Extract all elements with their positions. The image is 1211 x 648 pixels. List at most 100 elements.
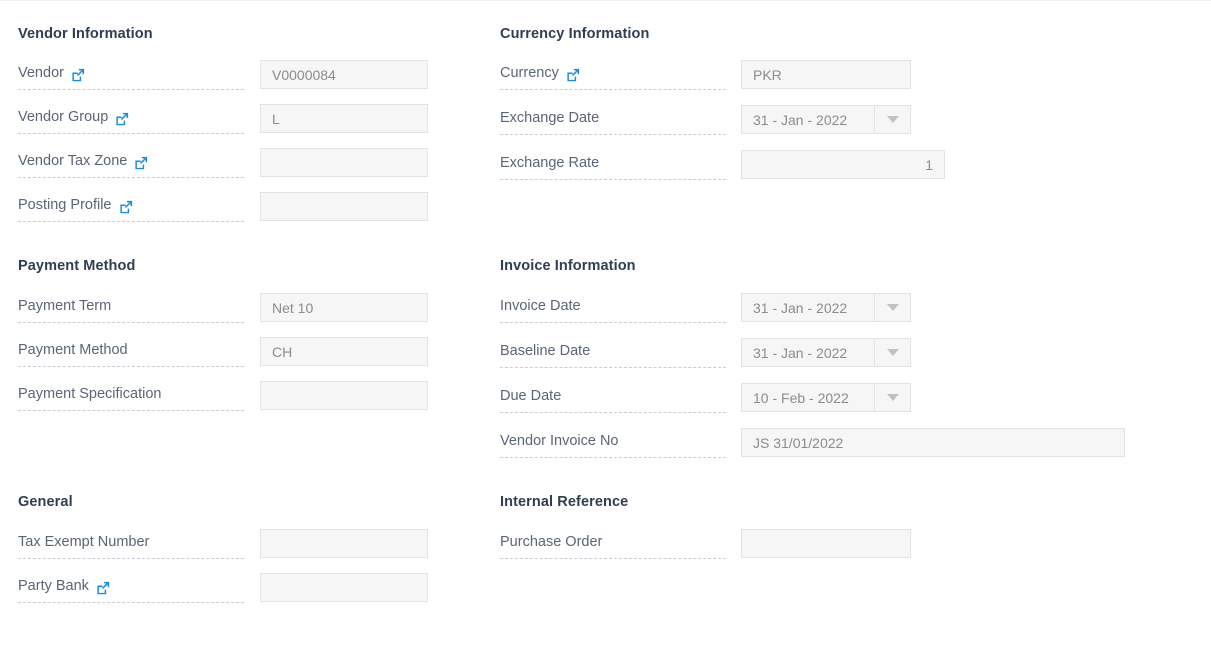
input-due-date[interactable]: 10 - Feb - 2022 xyxy=(741,383,911,412)
external-link-icon[interactable] xyxy=(566,68,580,82)
label-text-baseline-date: Baseline Date xyxy=(500,343,591,360)
label-text-vendor-group: Vendor Group xyxy=(18,109,109,126)
calendar-dropdown-button-invoice-date[interactable] xyxy=(874,294,910,321)
field-label-payment-term: Payment Term xyxy=(18,293,244,323)
label-text-vendor-invoice-no: Vendor Invoice No xyxy=(500,433,619,450)
field-label-exchange-rate: Exchange Rate xyxy=(500,150,726,180)
field-row-due-date: Due Date 10 - Feb - 2022 xyxy=(500,383,911,427)
input-purchase-order[interactable] xyxy=(741,529,911,558)
calendar-dropdown-button-due-date[interactable] xyxy=(874,384,910,411)
input-value-vendor: V0000084 xyxy=(272,66,336,83)
input-payment-term[interactable]: Net 10 xyxy=(260,293,428,322)
section-title-vendor-information: Vendor Information xyxy=(18,26,153,42)
field-row-vendor-tax-zone: Vendor Tax Zone xyxy=(18,148,428,192)
external-link-icon[interactable] xyxy=(71,68,85,82)
chevron-down-icon xyxy=(886,116,899,123)
label-text-invoice-date: Invoice Date xyxy=(500,298,581,315)
input-baseline-date[interactable]: 31 - Jan - 2022 xyxy=(741,338,911,367)
label-text-exchange-date: Exchange Date xyxy=(500,110,600,127)
input-value-payment-term: Net 10 xyxy=(272,299,314,316)
chevron-down-icon xyxy=(886,349,899,356)
field-row-posting-profile: Posting Profile xyxy=(18,192,428,236)
input-value-invoice-date: 31 - Jan - 2022 xyxy=(753,299,848,316)
section-title-invoice-information: Invoice Information xyxy=(500,258,636,274)
field-row-payment-term: Payment Term Net 10 xyxy=(18,293,428,337)
field-label-vendor-invoice-no: Vendor Invoice No xyxy=(500,428,726,458)
field-label-invoice-date: Invoice Date xyxy=(500,293,726,323)
field-row-invoice-date: Invoice Date 31 - Jan - 2022 xyxy=(500,293,911,337)
label-text-payment-specification: Payment Specification xyxy=(18,386,162,403)
field-label-exchange-date: Exchange Date xyxy=(500,105,726,135)
label-text-purchase-order: Purchase Order xyxy=(500,534,603,551)
chevron-down-icon xyxy=(886,304,899,311)
field-label-payment-method: Payment Method xyxy=(18,337,244,367)
label-text-due-date: Due Date xyxy=(500,388,562,405)
field-row-party-bank: Party Bank xyxy=(18,573,428,617)
label-text-vendor-tax-zone: Vendor Tax Zone xyxy=(18,153,128,170)
input-payment-method[interactable]: CH xyxy=(260,337,428,366)
input-value-baseline-date: 31 - Jan - 2022 xyxy=(753,344,848,361)
section-title-currency-information: Currency Information xyxy=(500,26,650,42)
field-row-purchase-order: Purchase Order xyxy=(500,529,911,573)
field-row-payment-method: Payment Method CH xyxy=(18,337,428,381)
field-label-tax-exempt-number: Tax Exempt Number xyxy=(18,529,244,559)
field-label-vendor-tax-zone: Vendor Tax Zone xyxy=(18,148,244,178)
input-value-payment-method: CH xyxy=(272,343,293,360)
label-text-exchange-rate: Exchange Rate xyxy=(500,155,600,172)
input-value-due-date: 10 - Feb - 2022 xyxy=(753,389,849,406)
input-vendor-group[interactable]: L xyxy=(260,104,428,133)
input-posting-profile[interactable] xyxy=(260,192,428,221)
external-link-icon[interactable] xyxy=(115,112,129,126)
field-label-currency: Currency xyxy=(500,60,726,90)
field-row-tax-exempt-number: Tax Exempt Number xyxy=(18,529,428,573)
field-row-vendor: Vendor V0000084 xyxy=(18,60,428,104)
input-value-vendor-group: L xyxy=(272,110,280,127)
field-row-currency: Currency PKR xyxy=(500,60,911,104)
input-vendor-tax-zone[interactable] xyxy=(260,148,428,177)
input-exchange-rate[interactable]: 1 xyxy=(741,150,945,179)
input-value-currency: PKR xyxy=(753,66,782,83)
label-text-payment-term: Payment Term xyxy=(18,298,112,315)
label-text-tax-exempt-number: Tax Exempt Number xyxy=(18,534,150,551)
input-value-vendor-invoice-no: JS 31/01/2022 xyxy=(753,434,844,451)
external-link-icon[interactable] xyxy=(119,200,133,214)
field-row-vendor-invoice-no: Vendor Invoice No JS 31/01/2022 xyxy=(500,428,1125,472)
field-label-due-date: Due Date xyxy=(500,383,726,413)
input-exchange-date[interactable]: 31 - Jan - 2022 xyxy=(741,105,911,134)
label-text-payment-method: Payment Method xyxy=(18,342,128,359)
input-value-exchange-date: 31 - Jan - 2022 xyxy=(753,111,848,128)
label-text-posting-profile: Posting Profile xyxy=(18,197,112,214)
field-label-vendor-group: Vendor Group xyxy=(18,104,244,134)
input-payment-specification[interactable] xyxy=(260,381,428,410)
label-text-vendor: Vendor xyxy=(18,65,64,82)
field-label-payment-specification: Payment Specification xyxy=(18,381,244,411)
input-vendor[interactable]: V0000084 xyxy=(260,60,428,89)
input-currency[interactable]: PKR xyxy=(741,60,911,89)
field-label-baseline-date: Baseline Date xyxy=(500,338,726,368)
field-label-vendor: Vendor xyxy=(18,60,244,90)
external-link-icon[interactable] xyxy=(96,581,110,595)
field-row-baseline-date: Baseline Date 31 - Jan - 2022 xyxy=(500,338,911,382)
external-link-icon[interactable] xyxy=(134,156,148,170)
input-invoice-date[interactable]: 31 - Jan - 2022 xyxy=(741,293,911,322)
label-text-party-bank: Party Bank xyxy=(18,578,89,595)
section-title-general: General xyxy=(18,494,73,510)
label-text-currency: Currency xyxy=(500,65,559,82)
calendar-dropdown-button-exchange-date[interactable] xyxy=(874,106,910,133)
chevron-down-icon xyxy=(886,394,899,401)
input-party-bank[interactable] xyxy=(260,573,428,602)
field-label-purchase-order: Purchase Order xyxy=(500,529,726,559)
section-title-payment-method: Payment Method xyxy=(18,258,136,274)
field-row-payment-specification: Payment Specification xyxy=(18,381,428,425)
field-row-exchange-date: Exchange Date 31 - Jan - 2022 xyxy=(500,105,911,149)
field-row-exchange-rate: Exchange Rate 1 xyxy=(500,150,945,194)
input-value-exchange-rate: 1 xyxy=(925,156,933,173)
vendor-invoice-form: Vendor Information Vendor V0000084 Vendor G… xyxy=(0,0,1211,648)
input-vendor-invoice-no[interactable]: JS 31/01/2022 xyxy=(741,428,1125,457)
field-label-posting-profile: Posting Profile xyxy=(18,192,244,222)
field-row-vendor-group: Vendor Group L xyxy=(18,104,428,148)
input-tax-exempt-number[interactable] xyxy=(260,529,428,558)
section-title-internal-reference: Internal Reference xyxy=(500,494,629,510)
calendar-dropdown-button-baseline-date[interactable] xyxy=(874,339,910,366)
field-label-party-bank: Party Bank xyxy=(18,573,244,603)
